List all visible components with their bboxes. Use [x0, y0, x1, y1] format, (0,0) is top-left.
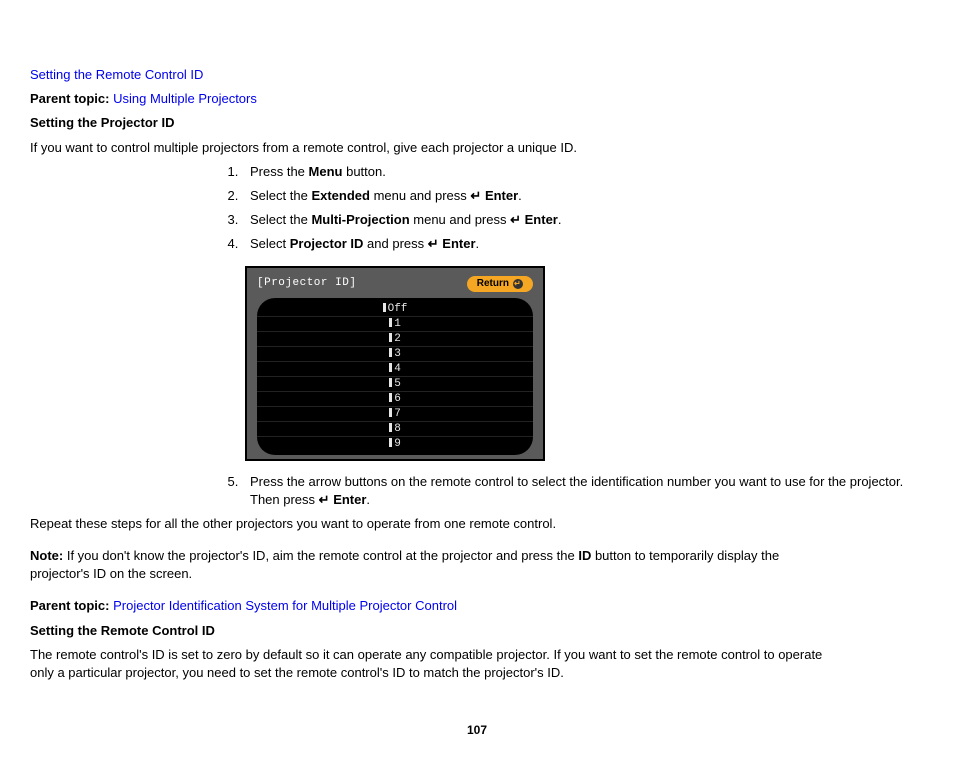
- step-4: Select Projector ID and press Enter.: [242, 235, 924, 253]
- parent-topic-label: Parent topic:: [30, 91, 109, 106]
- menu-option: 4: [257, 362, 533, 377]
- menu-option: 6: [257, 392, 533, 407]
- menu-options-list: Off123456789: [257, 298, 533, 455]
- intro-text: If you want to control multiple projecto…: [30, 139, 830, 157]
- remote-body-text: The remote control's ID is set to zero b…: [30, 646, 830, 682]
- note-text: Note: If you don't know the projector's …: [30, 547, 830, 583]
- enter-icon: [319, 492, 330, 507]
- menu-option: 8: [257, 422, 533, 437]
- enter-icon: [428, 236, 439, 251]
- link-using-multiple-projectors[interactable]: Using Multiple Projectors: [113, 91, 257, 106]
- menu-option: 2: [257, 332, 533, 347]
- step-1: Press the Menu button.: [242, 163, 924, 181]
- menu-title: [Projector ID]: [257, 276, 356, 291]
- heading-setting-projector-id: Setting the Projector ID: [30, 114, 830, 132]
- return-arrow-icon: [513, 279, 523, 289]
- repeat-text: Repeat these steps for all the other pro…: [30, 515, 830, 533]
- menu-option: 7: [257, 407, 533, 422]
- step-3: Select the Multi-Projection menu and pre…: [242, 211, 924, 229]
- step-2: Select the Extended menu and press Enter…: [242, 187, 924, 205]
- link-projector-id-system[interactable]: Projector Identification System for Mult…: [113, 598, 457, 613]
- page-number: 107: [30, 722, 924, 739]
- return-button: Return: [467, 276, 533, 292]
- enter-icon: [510, 212, 521, 227]
- parent-topic-label: Parent topic:: [30, 598, 109, 613]
- menu-option: 1: [257, 317, 533, 332]
- step-5: Press the arrow buttons on the remote co…: [242, 473, 924, 509]
- enter-icon: [470, 188, 481, 203]
- steps-list: Press the Menu button. Select the Extend…: [220, 163, 924, 254]
- projector-menu-screenshot: [Projector ID] Return Off123456789: [245, 266, 545, 461]
- menu-option: 3: [257, 347, 533, 362]
- menu-option: 9: [257, 437, 533, 451]
- menu-option: Off: [257, 302, 533, 317]
- link-setting-remote-id[interactable]: Setting the Remote Control ID: [30, 67, 203, 82]
- steps-list-cont: Press the arrow buttons on the remote co…: [220, 473, 924, 509]
- menu-option: 5: [257, 377, 533, 392]
- heading-setting-remote-id: Setting the Remote Control ID: [30, 622, 830, 640]
